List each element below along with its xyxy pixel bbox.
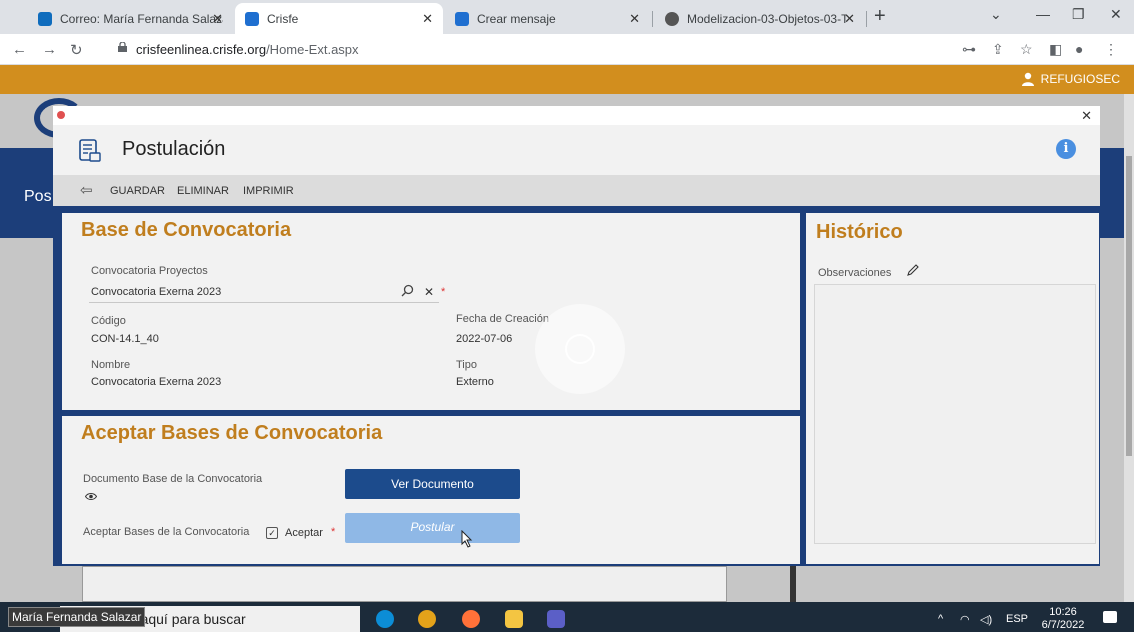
ver-documento-button[interactable]: Ver Documento [345, 469, 520, 499]
forward-arrow-icon[interactable]: → [42, 41, 57, 58]
share-icon[interactable]: ⇪ [992, 41, 1004, 58]
document-icon [79, 139, 101, 162]
aceptar-checkbox[interactable]: ✓ [266, 527, 278, 539]
new-tab-icon[interactable]: + [874, 5, 886, 28]
minimize-icon[interactable]: — [1036, 6, 1050, 22]
nombre-value: Convocatoria Exerna 2023 [91, 376, 222, 388]
pencil-icon[interactable] [906, 263, 920, 277]
address-bar: ← → ↻ crisfeenlinea.crisfe.org/Home-Ext.… [0, 34, 1134, 65]
lock-icon[interactable] [118, 42, 127, 52]
star-icon[interactable]: ☆ [1020, 41, 1033, 58]
aceptar-checkbox-label[interactable]: Aceptar [285, 527, 323, 539]
page-title: Pos [24, 188, 52, 205]
codigo-value: CON-14.1_40 [91, 333, 159, 345]
notification-icon[interactable] [1103, 611, 1117, 623]
observaciones-textarea[interactable] [814, 284, 1096, 544]
close-icon[interactable]: ✕ [844, 11, 855, 27]
language-indicator[interactable]: ESP [1006, 613, 1028, 625]
fecha-label: Fecha de Creación [456, 313, 549, 325]
globe-icon [665, 11, 679, 26]
save-button[interactable]: GUARDAR [110, 185, 165, 197]
modal-toolbar: ⇦ GUARDAR ELIMINAR IMPRIMIR [53, 175, 1100, 206]
mouse-cursor-icon [461, 530, 473, 548]
close-icon[interactable]: ✕ [1081, 108, 1092, 124]
delete-button[interactable]: ELIMINAR [177, 185, 229, 197]
modal-title: Postulación [122, 138, 226, 160]
volume-icon[interactable]: ◁) [980, 613, 992, 626]
restore-icon[interactable]: ❐ [1072, 6, 1085, 23]
tab-crear-mensaje[interactable]: Crear mensaje ✕ [445, 3, 650, 34]
fecha-value: 2022-07-06 [456, 333, 513, 345]
historico-heading: Histórico [816, 221, 903, 243]
clock-time: 10:26 [1049, 606, 1077, 618]
sidepanel-icon[interactable]: ◧ [1049, 41, 1062, 58]
user-menu[interactable]: REFUGIOSEC [1021, 72, 1120, 86]
user-icon [1021, 72, 1034, 86]
codigo-label: Código [91, 315, 126, 327]
page-content-area [82, 566, 727, 602]
menu-dots-icon[interactable]: ⋮ [1104, 41, 1118, 58]
crisfe-favicon-icon [455, 11, 469, 26]
close-icon[interactable]: ✕ [629, 11, 640, 27]
spinner-ring [565, 334, 595, 364]
close-icon[interactable]: ✕ [422, 11, 433, 27]
convocatoria-field[interactable]: Convocatoria Exerna 2023 [91, 286, 221, 298]
tab-correo[interactable]: Correo: María Fernanda Salazar - ✕ [28, 3, 233, 34]
reload-icon[interactable]: ↻ [70, 41, 83, 59]
window-close-icon[interactable]: ✕ [1110, 6, 1122, 23]
close-icon[interactable]: ✕ [212, 11, 223, 27]
page-divider [790, 566, 796, 602]
search-icon[interactable] [401, 284, 414, 297]
clock-date: 6/7/2022 [1041, 619, 1085, 631]
edge-icon[interactable] [376, 610, 394, 628]
required-marker: * [331, 526, 336, 538]
firefox-icon[interactable] [462, 610, 480, 628]
tab-modelizacion[interactable]: Modelizacion-03-Objetos-03-Tar ✕ [655, 3, 865, 34]
back-arrow-icon[interactable]: ← [12, 41, 27, 58]
nombre-label: Nombre [91, 359, 131, 371]
loading-spinner [535, 304, 625, 394]
base-convocatoria-heading: Base de Convocatoria [81, 219, 292, 241]
profile-icon[interactable]: ● [1075, 41, 1083, 57]
modal-header: Postulación i [53, 125, 1100, 175]
browser-tab-bar: Correo: María Fernanda Salazar - ✕ Crisf… [0, 0, 1134, 34]
print-button[interactable]: IMPRIMIR [243, 185, 294, 197]
teams-icon[interactable] [547, 610, 565, 628]
chrome-icon[interactable] [418, 610, 436, 628]
tipo-label: Tipo [456, 359, 477, 371]
page-scrollbar-thumb[interactable] [1126, 156, 1132, 456]
file-explorer-icon[interactable] [505, 610, 523, 628]
tab-separator [866, 11, 867, 27]
convocatoria-label: Convocatoria Proyectos [91, 265, 208, 277]
status-dot [57, 111, 65, 119]
back-icon[interactable]: ⇦ [80, 181, 93, 199]
observaciones-label: Observaciones [818, 267, 892, 279]
user-tooltip: María Fernanda Salazar [8, 607, 146, 627]
outlook-icon [38, 11, 52, 26]
clear-icon[interactable]: ✕ [424, 285, 434, 299]
aceptar-bases-heading: Aceptar Bases de Convocatoria [81, 422, 383, 444]
network-icon[interactable]: ◠ [960, 613, 970, 626]
site-header-bar [0, 65, 1134, 94]
url-field[interactable]: crisfeenlinea.crisfe.org/Home-Ext.aspx [136, 42, 359, 57]
tab-separator [652, 11, 653, 27]
chevron-up-icon[interactable]: ^ [938, 613, 943, 625]
required-marker: * [441, 286, 446, 298]
key-icon[interactable]: ⊶ [962, 41, 976, 58]
postular-button[interactable]: Postular [345, 513, 520, 543]
info-icon[interactable]: i [1056, 139, 1076, 159]
crisfe-favicon-icon [245, 11, 259, 26]
eye-icon[interactable] [85, 492, 97, 501]
documento-base-label: Documento Base de la Convocatoria [83, 473, 263, 485]
convocatoria-underline [89, 302, 439, 303]
tab-crisfe[interactable]: Crisfe ✕ [235, 3, 443, 34]
chevron-down-icon[interactable]: ⌄ [990, 6, 1002, 23]
aceptar-bases-label: Aceptar Bases de la Convocatoria [83, 526, 250, 538]
modal-topbar: ✕ [53, 106, 1100, 125]
tipo-value: Externo [456, 376, 494, 388]
clock[interactable]: 10:26 6/7/2022 [1040, 606, 1086, 632]
